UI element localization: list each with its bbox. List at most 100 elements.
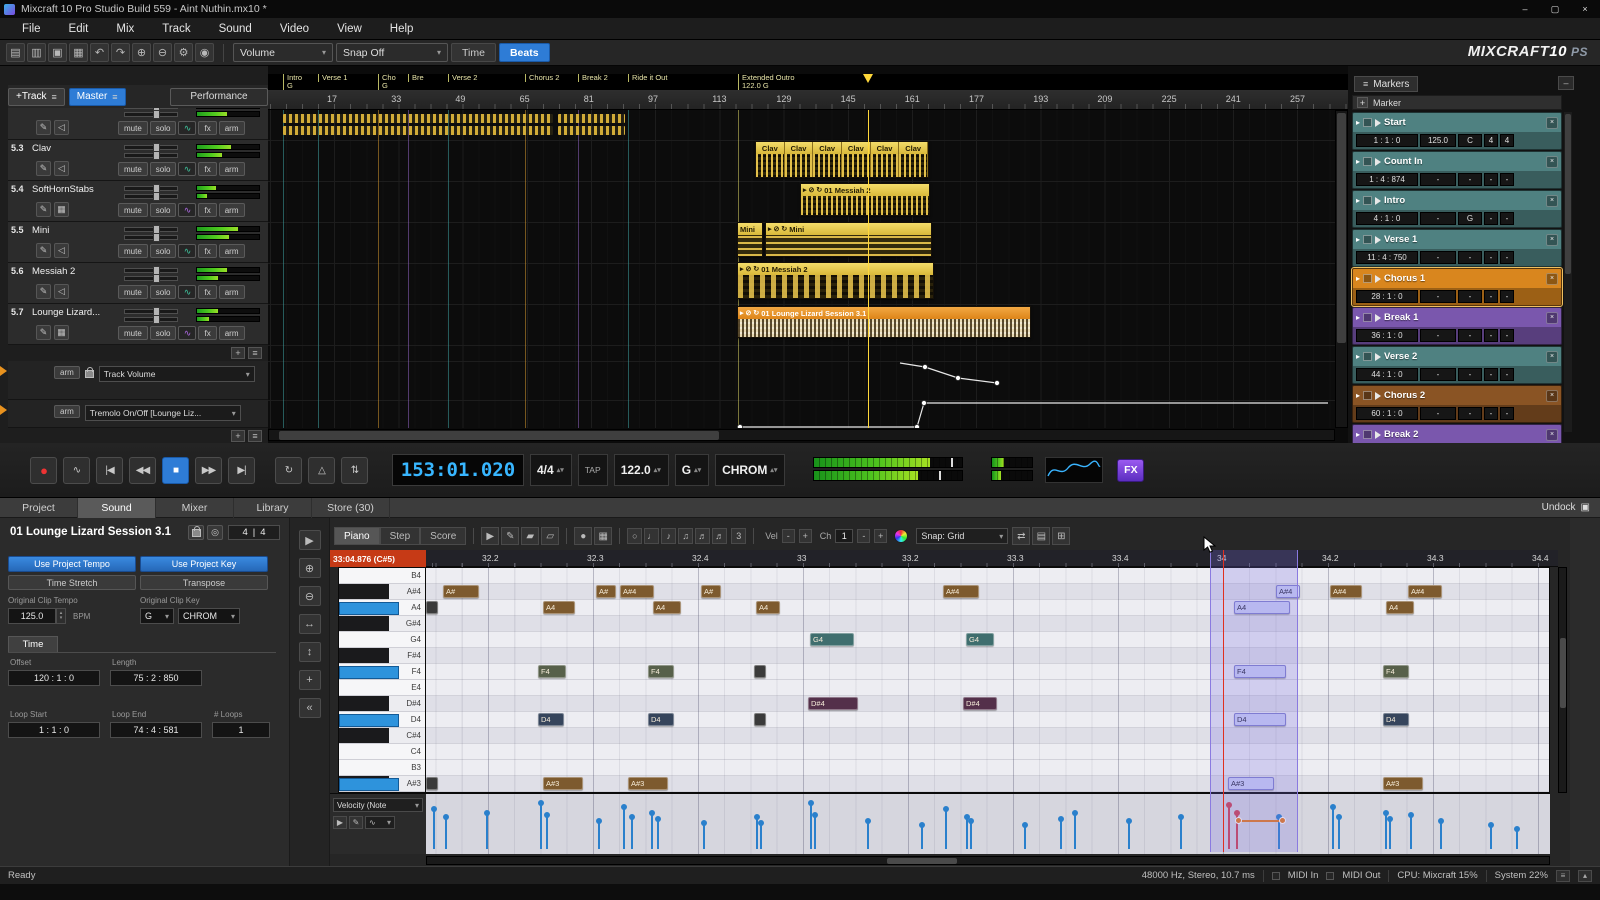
automation-point[interactable] (923, 365, 928, 370)
expand-icon[interactable]: ▸ (1356, 157, 1360, 166)
automation-param-dropdown[interactable]: Tremolo On/Off [Lounge Liz... ▾ (85, 405, 241, 421)
track-type-icon[interactable]: ◁ (54, 284, 69, 299)
midi-note[interactable]: A# (701, 585, 721, 598)
velocity-stem[interactable] (814, 817, 816, 849)
loop-record-icon[interactable]: ∿ (63, 457, 90, 484)
zoom-out-button[interactable]: ⊖ (299, 586, 321, 606)
marker-row[interactable]: ▸Break 2× (1352, 424, 1562, 443)
new-project-icon[interactable]: ▤ (6, 43, 25, 62)
tab-project[interactable]: Project (0, 498, 78, 518)
midi-note[interactable] (426, 601, 438, 614)
track-row[interactable]: 5.4SoftHornStabs✎▦mutesolo∿fxarm (8, 181, 268, 222)
menu-track[interactable]: Track (148, 18, 204, 40)
add-lane-button[interactable]: + (299, 670, 321, 690)
clip[interactable]: ▸⊘↻01 Messiah 2 (800, 183, 930, 216)
piano-key-f4[interactable]: F4 (339, 664, 425, 680)
loop-start-input[interactable]: 1 : 1 : 0 (8, 722, 100, 738)
go-to-start-button[interactable]: |◀ (96, 457, 123, 484)
marker-sig-numerator[interactable]: - (1484, 212, 1498, 225)
note-duration-button[interactable]: ♩ (644, 528, 659, 544)
marker-color-icon[interactable] (1363, 430, 1372, 439)
go-to-end-button[interactable]: ▶| (228, 457, 255, 484)
marker-row[interactable]: ▸Chorus 2×60 : 1 : 0---- (1352, 385, 1562, 423)
clip-loop-icon[interactable]: ↻ (753, 266, 759, 273)
automation-param-dropdown[interactable]: Track Volume ▾ (99, 366, 255, 382)
marker-sig-numerator[interactable]: - (1484, 173, 1498, 186)
marker-row[interactable]: ▸Intro×4 : 1 : 0-G-- (1352, 190, 1562, 228)
fx-button[interactable]: fx (198, 285, 216, 299)
marker-color-icon[interactable] (1363, 196, 1372, 205)
pan-slider[interactable] (124, 235, 178, 240)
timeline-marker-flag[interactable]: Ride it Out (628, 74, 667, 82)
punch-button[interactable]: ⇅ (341, 457, 368, 484)
tab-time[interactable]: Time (8, 636, 58, 652)
piano-key-gs4[interactable]: G#4 (339, 616, 425, 632)
velocity-stem[interactable] (1516, 831, 1518, 849)
open-project-icon[interactable]: ▥ (27, 43, 46, 62)
grid-settings-icon[interactable]: ⊞ (1052, 527, 1070, 545)
menu-view[interactable]: View (323, 18, 376, 40)
velocity-stem[interactable] (1074, 815, 1076, 849)
tab-markers[interactable]: ≡ Markers (1354, 76, 1418, 92)
marker-sig-numerator[interactable]: - (1484, 251, 1498, 264)
marker-delete-button[interactable]: × (1546, 273, 1558, 285)
velocity-stem[interactable] (867, 823, 869, 849)
marker-position[interactable]: 11 : 4 : 750 (1356, 251, 1418, 264)
marker-sig-denominator[interactable]: - (1500, 173, 1514, 186)
marker-key[interactable]: G (1458, 212, 1482, 225)
clip-cell[interactable]: Clav (871, 142, 900, 177)
piano-key-c4[interactable]: C4 (339, 744, 425, 760)
midi-note[interactable]: A#4 (1330, 585, 1362, 598)
undock-button[interactable]: Undock ▣ (1532, 498, 1600, 517)
marker-color-icon[interactable] (1363, 157, 1372, 166)
velocity-stem[interactable] (1440, 823, 1442, 849)
arm-button[interactable]: arm (219, 326, 245, 340)
marker-tempo[interactable]: - (1420, 368, 1456, 381)
loop-button[interactable]: ↻ (275, 457, 302, 484)
fx-button[interactable]: fx (198, 326, 216, 340)
status-up-icon[interactable]: ▴ (1578, 870, 1592, 882)
automation-point[interactable] (915, 425, 920, 429)
piano-roll-horizontal-scrollbar[interactable] (426, 856, 1550, 865)
num-loops-input[interactable]: 1 (212, 722, 270, 738)
solo-button[interactable]: solo (150, 285, 177, 299)
velocity-stem[interactable] (1128, 823, 1130, 849)
velocity-stem[interactable] (945, 811, 947, 849)
clip-play-icon[interactable]: ▸ (768, 226, 772, 233)
channel-increase-button[interactable]: + (874, 529, 887, 543)
tempo-display[interactable]: 122.0 ▴▾ (614, 454, 669, 486)
velocity-stem[interactable] (1180, 819, 1182, 849)
clip-area[interactable]: ClavClavClavClavClavClav▸⊘↻01 Messiah 2M… (268, 110, 1335, 428)
use-project-tempo-button[interactable]: Use Project Tempo (8, 556, 136, 572)
select-tool-icon[interactable]: ▶ (481, 527, 499, 545)
timeline-marker-flag[interactable]: ChoG (378, 74, 396, 90)
velocity-stem[interactable] (1490, 827, 1492, 849)
clip-key-dropdown[interactable]: G ▾ (140, 608, 174, 624)
scale-display[interactable]: CHROM ▴▾ (715, 454, 785, 486)
velocity-type-dropdown[interactable]: Velocity (Note ▾ (333, 798, 423, 812)
volume-slider[interactable] (124, 186, 178, 191)
marker-color-icon[interactable] (1363, 313, 1372, 322)
timeline-marker-flag[interactable]: Chorus 2 (525, 74, 559, 82)
velocity-stem[interactable] (623, 809, 625, 849)
timeline-marker-flag[interactable]: Extended Outro122.0 G (738, 74, 795, 90)
midi-note[interactable]: A4 (756, 601, 780, 614)
clip-mute-icon[interactable]: ⊘ (746, 266, 752, 273)
midi-note[interactable] (754, 713, 766, 726)
marker-delete-button[interactable]: × (1546, 195, 1558, 207)
track-row[interactable]: ✎◁mutesolo∿fxarm (8, 108, 268, 140)
save-icon[interactable]: ▣ (48, 43, 67, 62)
mute-button[interactable]: mute (118, 326, 148, 340)
add-automation-lane-button[interactable]: + (231, 430, 245, 442)
tempo-stepper[interactable]: ▴ ▾ (56, 608, 66, 624)
grid-mode-icon[interactable]: ▦ (594, 527, 612, 545)
key-display[interactable]: G ▴▾ (675, 454, 709, 486)
marker-color-icon[interactable] (1363, 274, 1372, 283)
mute-button[interactable]: mute (118, 121, 148, 135)
marker-sig-numerator[interactable]: 4 (1484, 134, 1498, 147)
velocity-stem[interactable] (540, 805, 542, 849)
zoom-in-button[interactable]: ⊕ (299, 558, 321, 578)
marker-tempo[interactable]: - (1420, 290, 1456, 303)
velocity-stem[interactable] (1389, 821, 1391, 849)
track-type-icon[interactable]: ▦ (54, 325, 69, 340)
